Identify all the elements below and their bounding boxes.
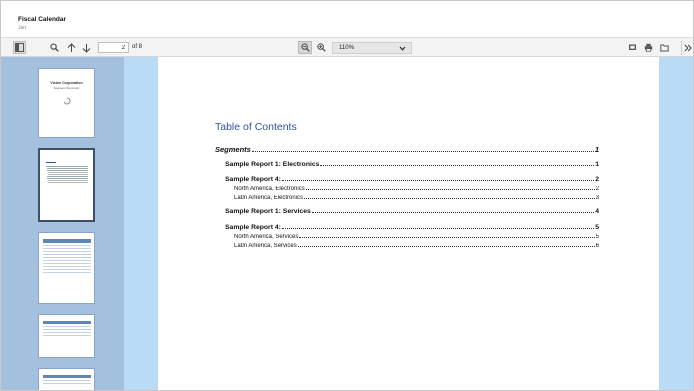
toc-entry-label: Sample Report 1: Services [225, 208, 311, 215]
toc-leader-dots [251, 151, 594, 152]
page-thumbnail-1[interactable]: Vision Corporation Segment Summary [38, 68, 95, 138]
toc-leader-dots [304, 198, 595, 199]
sidebar-toggle-button[interactable] [13, 41, 26, 54]
zoom-out-icon [300, 43, 310, 52]
page-count: of 8 [132, 44, 143, 50]
report-subtitle: Jan [18, 25, 27, 31]
arrow-down-icon [82, 43, 90, 53]
pdf-viewer-window: Fiscal Calendar Jan of 8 110% [0, 0, 694, 391]
open-file-icon [659, 44, 669, 52]
toc-entry-page: 5 [595, 234, 599, 240]
loading-spinner-icon [63, 97, 71, 105]
toc-leader-dots [281, 180, 595, 181]
presentation-mode-button[interactable] [626, 41, 638, 54]
zoom-level-value: 110% [339, 45, 354, 51]
toc-entry-label: Sample Report 4: [225, 224, 281, 231]
zoom-in-button[interactable] [315, 41, 327, 54]
toc-leader-dots [311, 212, 595, 213]
page-thumbnail-4[interactable] [38, 314, 95, 358]
viewer-toolbar: of 8 110% [1, 37, 693, 57]
toc-entry-page: 1 [595, 161, 599, 168]
toc-entry[interactable]: Latin America, Services 6 [234, 243, 599, 249]
toc-leader-dots [299, 237, 595, 238]
toc-entry-page: 2 [595, 186, 599, 192]
toc-entry[interactable]: Latin America, Electronics 3 [234, 195, 599, 201]
toc-entry[interactable]: Segments 1 [215, 145, 599, 154]
zoom-in-icon [316, 43, 326, 52]
toc-entry-label: Segments [215, 145, 251, 154]
toc-leader-dots [281, 228, 595, 229]
toc-entry-page: 5 [595, 224, 599, 231]
page-thumbnail-5[interactable] [38, 368, 95, 390]
toc-entry-label: Sample Report 1: Electronics [225, 161, 320, 168]
thumbnail-title: Vision Corporation [50, 81, 83, 85]
print-button[interactable] [642, 41, 654, 54]
previous-page-button[interactable] [65, 41, 77, 54]
sidebar-toggle-icon [15, 43, 24, 52]
toc-entry-page: 6 [595, 243, 599, 249]
toc-entry[interactable]: Sample Report 1: Services 4 [225, 208, 599, 215]
arrow-up-icon [67, 42, 75, 52]
toc-entry[interactable]: North America, Services 5 [234, 234, 599, 240]
double-chevron-right-icon [684, 44, 692, 51]
toolbar-separator [681, 41, 682, 55]
more-tools-button[interactable] [683, 41, 693, 54]
toc-entry-label: Latin America, Services [234, 243, 297, 249]
document-page: Table of Contents Segments 1 Sample Repo… [158, 57, 659, 390]
toc-leader-dots [320, 165, 595, 166]
toc-entry-page: 3 [595, 195, 599, 201]
toc-entry-page: 4 [595, 208, 599, 215]
toc-entry-label: North America, Electronics [234, 186, 305, 192]
toc-heading: Table of Contents [215, 121, 297, 133]
report-header: Fiscal Calendar Jan [1, 1, 693, 37]
toc-leader-dots [297, 246, 595, 247]
toc-entry[interactable]: Sample Report 4: 2 [225, 176, 599, 183]
search-button[interactable] [48, 41, 60, 54]
thumbnail-pane[interactable]: Vision Corporation Segment Summary [1, 57, 124, 390]
zoom-level-select[interactable]: 110% [332, 42, 412, 54]
chevron-down-icon [399, 46, 406, 51]
toc-entry[interactable]: Sample Report 1: Electronics 1 [225, 161, 599, 168]
zoom-out-button[interactable] [298, 41, 312, 54]
toc-entry-page: 1 [594, 145, 599, 154]
document-viewer[interactable]: Table of Contents Segments 1 Sample Repo… [124, 57, 693, 390]
toc-entry-page: 2 [595, 176, 599, 183]
search-icon [49, 43, 59, 52]
page-thumbnail-3[interactable] [38, 232, 95, 304]
print-icon [644, 43, 652, 52]
thumbnail-subtitle: Segment Summary [53, 86, 80, 90]
toc-entry-label: North America, Services [234, 234, 299, 240]
toc-entry[interactable]: North America, Electronics 2 [234, 186, 599, 192]
toc-entry-label: Latin America, Electronics [234, 195, 304, 201]
next-page-button[interactable] [80, 41, 92, 54]
page-thumbnail-2[interactable] [38, 148, 95, 222]
page-number-input[interactable] [98, 42, 129, 53]
report-title: Fiscal Calendar [18, 16, 67, 23]
open-file-button[interactable] [658, 41, 670, 54]
toc-entry[interactable]: Sample Report 4: 5 [225, 224, 599, 231]
toc-leader-dots [305, 189, 595, 190]
toc-entry-label: Sample Report 4: [225, 176, 281, 183]
presentation-icon [628, 44, 636, 50]
